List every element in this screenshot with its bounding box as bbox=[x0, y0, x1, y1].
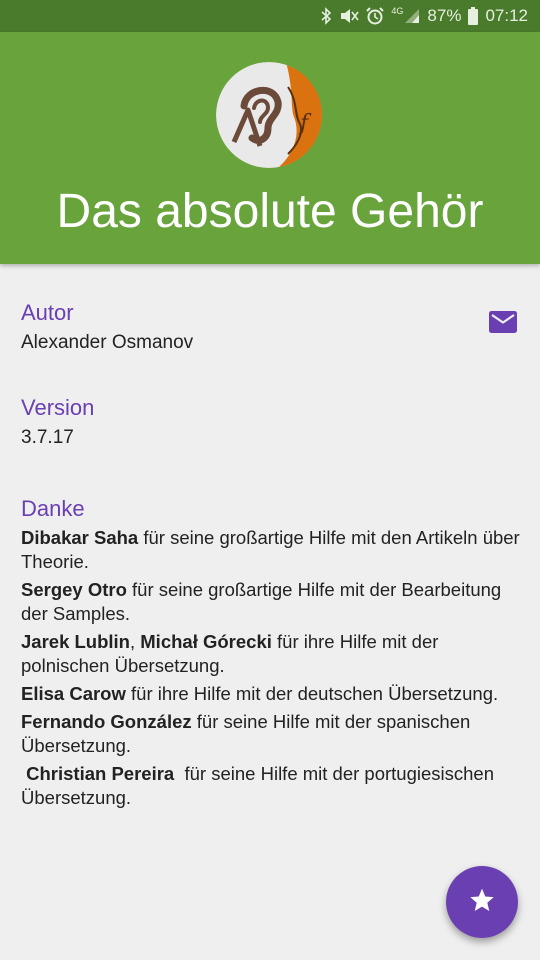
version-label: Version bbox=[21, 395, 95, 420]
star-icon bbox=[469, 887, 495, 918]
alarm-icon bbox=[366, 7, 385, 25]
credit-item: Christian Pereira für seine Hilfe mit de… bbox=[21, 762, 526, 810]
status-bar: 4G 87% 07:12 bbox=[0, 0, 540, 32]
credit-name: Sergey Otro bbox=[21, 579, 127, 600]
credits-list: Dibakar Saha für seine großartige Hilfe … bbox=[21, 526, 526, 814]
battery-icon bbox=[468, 7, 479, 25]
credit-item: Dibakar Saha für seine großartige Hilfe … bbox=[21, 526, 526, 574]
credit-name: Jarek Lublin bbox=[21, 631, 130, 652]
author-label: Autor bbox=[21, 300, 74, 325]
credit-name: Christian Pereira bbox=[26, 763, 175, 784]
battery-level: 87% bbox=[427, 6, 462, 25]
credit-separator: , bbox=[129, 631, 141, 652]
app-title: Das absolute Gehör bbox=[56, 185, 484, 238]
credit-item: Fernando González für seine Hilfe mit de… bbox=[21, 710, 526, 758]
ear-violin-logo: f bbox=[216, 62, 322, 168]
credit-text: für ihre Hilfe mit der deutschen Überset… bbox=[125, 683, 499, 704]
credit-item: Sergey Otro für seine großartige Hilfe m… bbox=[21, 578, 526, 626]
credit-item: Jarek Lublin, Michał Górecki für ihre Hi… bbox=[21, 630, 526, 678]
clock: 07:12 bbox=[485, 6, 528, 25]
mute-icon bbox=[339, 7, 360, 25]
app-header: f Das absolute Gehör bbox=[0, 32, 540, 264]
credit-name: Fernando González bbox=[21, 711, 192, 732]
thanks-label: Danke bbox=[21, 496, 85, 521]
rate-fab-button[interactable] bbox=[446, 866, 518, 938]
mail-button[interactable] bbox=[486, 310, 520, 338]
author-value: Alexander Osmanov bbox=[21, 332, 194, 353]
credit-item: Elisa Carow für ihre Hilfe mit der deuts… bbox=[21, 682, 526, 706]
credit-name: Michał Górecki bbox=[140, 631, 272, 652]
network-type: 4G bbox=[391, 6, 404, 16]
credit-name: Dibakar Saha bbox=[21, 527, 139, 548]
credit-name: Elisa Carow bbox=[21, 683, 126, 704]
bluetooth-icon bbox=[320, 7, 332, 25]
version-value: 3.7.17 bbox=[21, 427, 74, 448]
signal-icon: 4G bbox=[391, 7, 420, 25]
mail-icon bbox=[489, 310, 517, 338]
